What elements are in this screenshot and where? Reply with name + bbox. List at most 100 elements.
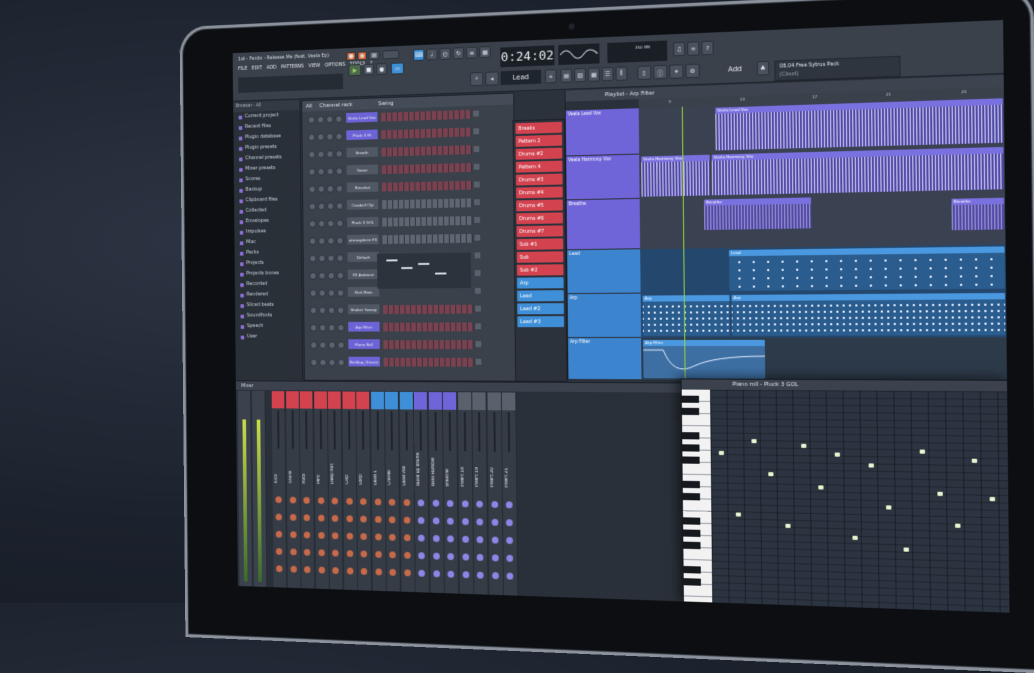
strip-knob[interactable] xyxy=(318,566,325,574)
pattern-item[interactable]: Sub #1 xyxy=(516,238,564,250)
step-sequencer[interactable] xyxy=(382,198,473,210)
strip-knob[interactable] xyxy=(360,533,367,541)
pattern-item[interactable]: Pattern 4 xyxy=(515,160,563,173)
channel-row[interactable]: Breath xyxy=(304,142,511,160)
strip-knob[interactable] xyxy=(374,515,382,523)
channel-knob[interactable] xyxy=(317,185,325,193)
channel-name-button[interactable]: Default xyxy=(347,251,379,262)
fx-icon[interactable]: ✦ xyxy=(669,64,684,79)
piano-keyboard[interactable] xyxy=(681,389,713,604)
strip-knob[interactable] xyxy=(432,570,440,578)
strip-knob[interactable] xyxy=(317,549,325,557)
channel-select-light[interactable] xyxy=(475,341,482,348)
channel-knob[interactable] xyxy=(307,116,316,124)
record-transport-button[interactable]: ● xyxy=(376,63,388,76)
browser-item[interactable]: Recorded xyxy=(235,279,301,290)
step-sequencer[interactable] xyxy=(381,180,473,192)
strip-fader[interactable] xyxy=(492,412,496,452)
channel-knob[interactable] xyxy=(337,323,345,332)
loop-record-icon[interactable]: ↻ xyxy=(452,47,465,60)
note[interactable] xyxy=(937,491,943,497)
strip-knob[interactable] xyxy=(505,519,513,527)
strip-knob[interactable] xyxy=(389,568,396,576)
strip-knob[interactable] xyxy=(403,551,411,559)
strip-knob[interactable] xyxy=(332,567,339,575)
note[interactable] xyxy=(801,443,807,448)
browser-icon[interactable]: ☰ xyxy=(601,66,614,82)
strip-knob[interactable] xyxy=(461,518,469,526)
note-grid[interactable] xyxy=(710,389,1010,613)
note[interactable] xyxy=(735,512,741,517)
song-position-display[interactable]: 0:24:02 xyxy=(500,45,555,68)
strip-knob[interactable] xyxy=(418,569,425,577)
channel-knob[interactable] xyxy=(326,167,334,176)
channel-name-button[interactable]: Snare xyxy=(346,164,379,175)
strip-knob[interactable] xyxy=(506,572,514,580)
tempo-field[interactable] xyxy=(382,49,400,60)
automation-clip[interactable]: Arp Filter xyxy=(643,339,766,379)
channel-knob[interactable] xyxy=(309,306,318,315)
channel-select-light[interactable] xyxy=(474,287,481,294)
strip-knob[interactable] xyxy=(331,514,339,522)
step-edit-icon[interactable]: ▦ xyxy=(479,45,491,59)
strip-knob[interactable] xyxy=(303,531,311,539)
channel-row[interactable]: Buildup_Groove xyxy=(307,356,515,369)
channel-row[interactable]: Cowbell Clp xyxy=(305,196,512,213)
blend-notes-icon[interactable]: ≡ xyxy=(465,46,478,59)
browser-item[interactable]: Speech xyxy=(235,321,301,332)
strip-fader[interactable] xyxy=(419,411,422,451)
channel-knob[interactable] xyxy=(310,341,318,349)
black-key[interactable] xyxy=(683,578,701,586)
strip-knob[interactable] xyxy=(491,572,499,580)
channel-knob[interactable] xyxy=(328,323,336,332)
channel-knob[interactable] xyxy=(335,132,343,141)
channel-knob[interactable] xyxy=(319,341,327,349)
strip-knob[interactable] xyxy=(461,553,469,561)
audio-clip[interactable]: Veela Harmony Vox xyxy=(641,154,711,197)
channel-select-light[interactable] xyxy=(474,270,481,277)
strip-knob[interactable] xyxy=(374,533,382,541)
play-button[interactable]: ▶ xyxy=(348,64,362,77)
mixer-strip[interactable]: Build up drums xyxy=(413,391,430,594)
pattern-add-icon[interactable]: + xyxy=(544,69,557,84)
pattern-item[interactable]: Lead #3 xyxy=(517,316,565,328)
menu-patterns[interactable]: PATTERNS xyxy=(281,64,304,71)
strip-knob[interactable] xyxy=(289,548,297,556)
master-strip[interactable] xyxy=(237,390,254,588)
pattern-item[interactable]: Drums #6 xyxy=(516,212,563,225)
master-strip-2[interactable] xyxy=(251,390,268,588)
strip-knob[interactable] xyxy=(447,570,455,578)
strip-knob[interactable] xyxy=(432,552,440,560)
channel-name-button[interactable]: FX Ambient xyxy=(347,269,380,280)
mixer-strip[interactable]: Kick xyxy=(271,391,288,589)
step-sequencer[interactable] xyxy=(383,357,474,367)
channel-knob[interactable] xyxy=(335,115,343,124)
countdown-icon[interactable]: ◴ xyxy=(439,47,451,60)
strip-knob[interactable] xyxy=(446,500,454,508)
strip-knob[interactable] xyxy=(491,536,499,544)
channel-name-button[interactable]: Piano Roll xyxy=(348,339,380,349)
browser-item[interactable]: User xyxy=(235,332,301,343)
strip-fader[interactable] xyxy=(277,410,280,449)
strip-fader[interactable] xyxy=(434,411,437,451)
channel-knob[interactable] xyxy=(335,149,343,158)
mixer-strip[interactable]: Insert 18 xyxy=(457,392,474,596)
note[interactable] xyxy=(751,439,757,444)
browser-item[interactable]: Projects xyxy=(235,258,301,269)
strip-fader[interactable] xyxy=(305,410,308,449)
note[interactable] xyxy=(818,485,824,490)
track-lane[interactable]: Arp Filter xyxy=(641,337,1009,383)
strip-knob[interactable] xyxy=(432,499,439,507)
channel-knob[interactable] xyxy=(309,254,317,263)
step-sequencer[interactable] xyxy=(381,127,472,140)
news-panel[interactable]: 08.04 Free Sytrus Pack (Cloud) xyxy=(774,55,901,82)
channel-knob[interactable] xyxy=(318,306,327,315)
metronome-icon[interactable]: ♩ xyxy=(426,48,438,61)
strip-knob[interactable] xyxy=(317,531,325,539)
strip-knob[interactable] xyxy=(360,550,368,558)
mixer-strip[interactable]: Hats xyxy=(299,391,316,590)
channel-knob[interactable] xyxy=(328,341,336,349)
strip-knob[interactable] xyxy=(303,548,311,556)
strip-knob[interactable] xyxy=(447,535,454,543)
rec-mode-button[interactable]: ◉ xyxy=(357,51,367,61)
